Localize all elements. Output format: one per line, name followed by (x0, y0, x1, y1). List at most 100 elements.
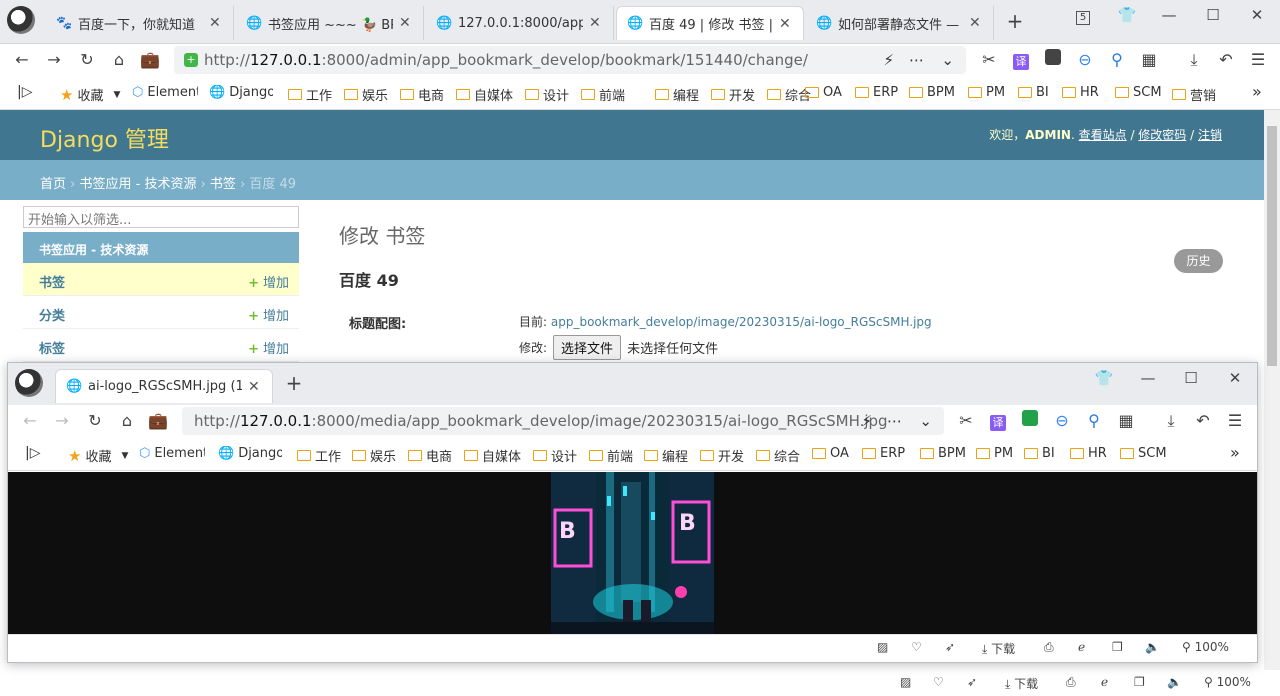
search-icon[interactable]: ⚲ (1105, 48, 1129, 72)
bookmark-folder[interactable]: 工作 (288, 85, 332, 104)
breadcrumb-home[interactable]: 首页 (40, 177, 66, 192)
site-brand[interactable]: Django 管理 (40, 122, 169, 154)
more-icon[interactable]: ⋯ (909, 51, 924, 69)
bookmark-folder[interactable]: 设计 (525, 85, 569, 104)
download-status[interactable]: ⤓ 下载 (982, 640, 1015, 657)
bookmarks-more[interactable]: » (1230, 443, 1240, 462)
rocket-icon[interactable]: ➶ (967, 675, 977, 689)
bookmark-folder[interactable]: 设计 (533, 446, 577, 465)
bookmark-folder[interactable]: BPM (909, 85, 955, 100)
lightning-icon[interactable]: ⚡ (883, 51, 894, 69)
reader-icon[interactable] (1045, 49, 1061, 65)
scrollbar-thumb[interactable] (1267, 126, 1277, 366)
breadcrumb-model[interactable]: 书签 (210, 177, 236, 192)
sidebar-item-label[interactable]: 分类 (39, 305, 65, 324)
bookmark-folder[interactable]: OA (812, 446, 849, 461)
sidebar-item-label[interactable]: 书签 (39, 272, 65, 291)
bookmark-favorites[interactable]: ★ 收藏 ▼ (68, 446, 128, 466)
bookmark-folder[interactable]: ERP (855, 85, 898, 100)
bookmark-folder[interactable]: 前端 (589, 446, 633, 465)
bookmark-folder[interactable]: 电商 (408, 446, 452, 465)
tab-django-change[interactable]: 🌐 百度 49 | 修改 书签 | Dj ✕ (616, 6, 804, 40)
bookmark-favorites[interactable]: ★ 收藏 ▼ (60, 85, 120, 105)
logout-link[interactable]: 注销 (1198, 128, 1222, 142)
printer-icon[interactable]: ⎙ (1044, 640, 1054, 655)
bookmark-folder[interactable]: 编程 (655, 85, 699, 104)
popup-address-bar[interactable]: http://127.0.0.1:8000/media/app_bookmark… (182, 407, 944, 435)
lightning-icon[interactable]: ⚡ (861, 412, 872, 430)
current-file-link[interactable]: app_bookmark_develop/image/20230315/ai-l… (551, 315, 932, 329)
bookmark-folder[interactable]: 工作 (297, 446, 341, 465)
scissors-icon[interactable]: ✂ (977, 48, 1001, 72)
add-category-link[interactable]: + 增加 (248, 305, 289, 324)
view-site-link[interactable]: 查看站点 (1079, 128, 1127, 142)
sound-icon[interactable]: 🔈 (1145, 640, 1160, 654)
new-tab-button[interactable]: + (281, 372, 307, 396)
zoom-level[interactable]: ⚲ 100% (1204, 675, 1251, 689)
window-icon[interactable]: ❐ (1134, 675, 1145, 689)
home-button[interactable]: ⌂ (115, 409, 139, 433)
undo-icon[interactable]: ↶ (1191, 409, 1215, 433)
tab-django-docs[interactable]: 🌐 如何部署静态文件 — Dj ✕ (806, 6, 994, 40)
back-button[interactable]: ← (18, 409, 42, 433)
bookmark-folder[interactable]: HR (1062, 85, 1099, 100)
image-icon[interactable]: ▨ (900, 675, 911, 689)
shirt-icon[interactable]: 👕 (1091, 367, 1117, 391)
bookmark-folder[interactable]: 娱乐 (344, 85, 388, 104)
history-button[interactable]: 历史 (1174, 249, 1223, 273)
bookmark-folder[interactable]: 编程 (644, 446, 688, 465)
bookmark-folder[interactable]: 开发 (711, 85, 755, 104)
profile-avatar[interactable] (15, 369, 43, 397)
choose-file-button[interactable]: 选择文件 (553, 335, 622, 360)
bookmark-folder[interactable]: SCM (1115, 85, 1162, 100)
bookmark-folder[interactable]: 自媒体 (464, 446, 521, 465)
close-window-button[interactable]: ✕ (1244, 4, 1270, 28)
ie-icon[interactable]: ℯ (1078, 640, 1085, 654)
forward-button[interactable]: → (42, 48, 66, 72)
scissors-icon[interactable]: ✂ (954, 409, 978, 433)
reload-button[interactable]: ↻ (83, 409, 107, 433)
tab-baidu[interactable]: 🐾 百度一下，你就知道 ✕ (46, 6, 234, 40)
bookmark-folder[interactable]: BPM (920, 446, 966, 461)
rocket-icon[interactable]: ➶ (945, 640, 955, 654)
printer-icon[interactable]: ⎙ (1066, 675, 1076, 690)
close-icon[interactable]: ✕ (209, 15, 223, 31)
bookmark-django[interactable]: 🌐 Django (209, 85, 273, 100)
search-icon[interactable]: ⚲ (1082, 409, 1106, 433)
bookmark-folder[interactable]: BI (1024, 446, 1055, 461)
chevron-down-icon[interactable]: ⌄ (919, 412, 932, 430)
nav-filter-input[interactable]: 开始输入以筛选... (23, 206, 299, 228)
tab-local[interactable]: 🌐 127.0.0.1:8000/app_bc ✕ (426, 6, 614, 40)
bookmark-django[interactable]: 🌐 Django (218, 446, 282, 461)
bookmark-folder[interactable]: 电商 (400, 85, 444, 104)
change-password-link[interactable]: 修改密码 (1138, 128, 1186, 142)
bookmark-folder[interactable]: 自媒体 (456, 85, 513, 104)
ie-icon[interactable]: ℯ (1101, 675, 1108, 689)
address-bar[interactable]: + http://127.0.0.1:8000/admin/app_bookma… (174, 46, 966, 74)
shirt-icon[interactable]: 👕 (1114, 4, 1140, 28)
briefcase-icon[interactable]: 💼 (146, 409, 170, 433)
download-icon[interactable]: ⤓ (1182, 48, 1206, 72)
adblock-icon[interactable]: ⊖ (1073, 48, 1097, 72)
close-icon[interactable]: ✕ (248, 379, 262, 395)
add-tag-link[interactable]: + 增加 (248, 338, 289, 357)
sound-icon[interactable]: 🔈 (1167, 675, 1182, 689)
zoom-level[interactable]: ⚲ 100% (1182, 640, 1229, 654)
breadcrumb-app[interactable]: 书签应用 - 技术资源 (79, 177, 196, 192)
add-bookmark-link[interactable]: + 增加 (248, 272, 289, 291)
sidebar-toggle-icon[interactable]: |▷ (25, 445, 40, 461)
minimize-button[interactable]: — (1156, 4, 1182, 28)
cyberpunk-image[interactable]: B B (551, 472, 714, 634)
bookmark-folder[interactable]: 综合 (756, 446, 800, 465)
menu-icon[interactable]: ☰ (1246, 48, 1270, 72)
sidebar-item-label[interactable]: 标签 (39, 338, 65, 357)
window-icon[interactable]: ❐ (1112, 640, 1123, 654)
tab-count-button[interactable]: 5 (1070, 4, 1096, 28)
translate-icon[interactable]: 译 (1013, 54, 1029, 70)
menu-icon[interactable]: ☰ (1223, 409, 1247, 433)
maximize-button[interactable]: ☐ (1200, 4, 1226, 28)
heart-icon[interactable]: ♡ (933, 675, 944, 689)
sidebar-toggle-icon[interactable]: |▷ (17, 84, 32, 100)
reader-icon[interactable] (1022, 410, 1038, 426)
bookmark-folder[interactable]: OA (805, 85, 842, 100)
